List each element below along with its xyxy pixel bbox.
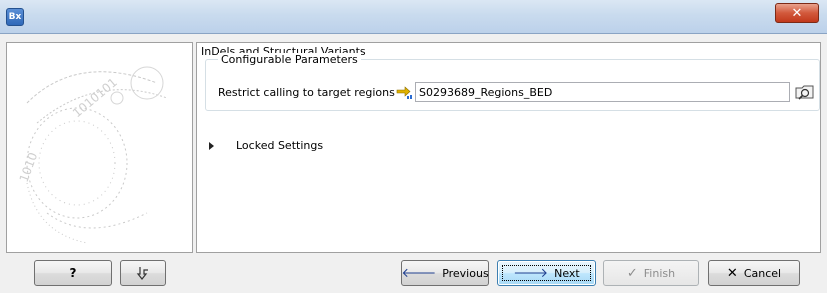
group-title: Configurable Parameters [218, 53, 361, 66]
next-button[interactable]: 🡒 Next [497, 260, 596, 286]
previous-button[interactable]: 🡐 Previous [401, 260, 489, 286]
svg-text:1010101: 1010101 [70, 75, 120, 120]
arrow-right-icon: 🡒 [513, 266, 549, 281]
settings-panel: InDels and Structural Variants Configura… [196, 42, 821, 253]
previous-label: Previous [442, 266, 489, 280]
locked-settings-toggle[interactable]: Locked Settings [209, 139, 323, 152]
configurable-parameters-group: Configurable Parameters Restrict calling… [205, 53, 820, 111]
svg-text:1010: 1010 [17, 151, 41, 184]
reset-icon [136, 267, 148, 280]
title-bar: Bx ✕ [0, 0, 827, 34]
decorative-binary-swirl: 1010101 1010 [17, 66, 168, 244]
cancel-label: Cancel [743, 266, 782, 280]
target-regions-input[interactable] [415, 82, 790, 102]
app-icon: Bx [6, 8, 24, 26]
track-arrow-icon [396, 86, 412, 99]
next-label: Next [554, 266, 580, 280]
checkmark-icon: ✓ [626, 265, 638, 281]
reset-button[interactable] [120, 260, 166, 286]
help-label: ? [69, 266, 77, 280]
expand-triangle-icon [209, 141, 214, 150]
dialog-body: 1010101 1010 InDels and Structural Varia… [0, 34, 827, 293]
help-button[interactable]: ? [34, 260, 112, 286]
browse-folder-icon[interactable] [794, 83, 816, 101]
close-button[interactable]: ✕ [775, 3, 819, 23]
side-graphic-panel: 1010101 1010 [6, 42, 193, 253]
arrow-left-icon: 🡐 [401, 266, 437, 281]
locked-settings-label: Locked Settings [236, 139, 324, 152]
target-regions-label: Restrict calling to target regions [218, 86, 395, 99]
finish-button[interactable]: ✓ Finish [603, 260, 699, 286]
cancel-x-icon: ✕ [726, 265, 738, 281]
cancel-button[interactable]: ✕ Cancel [708, 260, 800, 286]
finish-label: Finish [643, 266, 676, 280]
